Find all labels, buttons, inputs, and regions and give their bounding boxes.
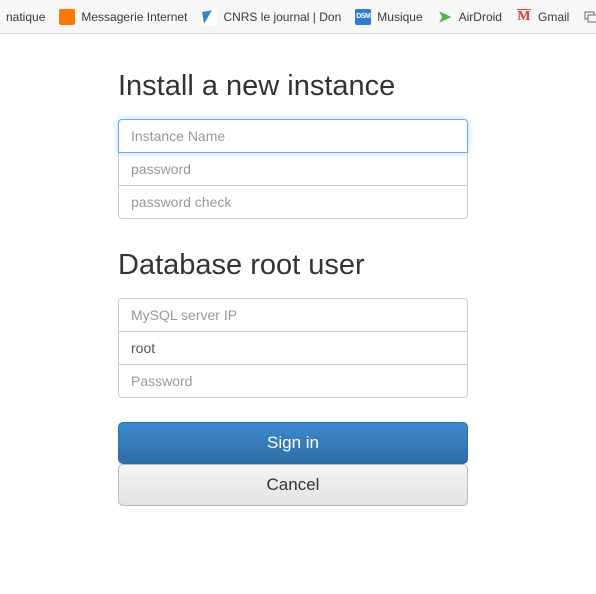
sign-in-button[interactable]: Sign in: [118, 422, 468, 464]
cancel-button[interactable]: Cancel: [118, 464, 468, 506]
bookmark-item[interactable]: natique: [6, 10, 45, 24]
password-input[interactable]: [118, 152, 468, 186]
bookmark-overflow[interactable]: [583, 9, 596, 25]
airdroid-icon: ➤: [437, 9, 453, 25]
dsm-icon: DSM: [355, 9, 371, 25]
overflow-icon: [583, 9, 596, 25]
mysql-ip-input[interactable]: [118, 298, 468, 332]
gmail-icon: M: [516, 9, 532, 25]
bookmark-item[interactable]: DSM Musique: [355, 9, 422, 25]
bookmarks-bar: natique Messagerie Internet CNRS le jour…: [0, 0, 596, 34]
root-password-input[interactable]: [118, 364, 468, 398]
bookmark-item[interactable]: M Gmail: [516, 9, 569, 25]
bookmark-label: Gmail: [538, 10, 569, 24]
instance-form-group: [118, 119, 478, 219]
database-root-title: Database root user: [118, 249, 478, 282]
instance-name-input[interactable]: [118, 119, 468, 153]
cnrs-icon: [201, 9, 217, 25]
orange-icon: [59, 9, 75, 25]
bookmark-label: Messagerie Internet: [81, 10, 187, 24]
bookmark-item[interactable]: CNRS le journal | Don: [201, 9, 341, 25]
bookmark-label: CNRS le journal | Don: [223, 10, 341, 24]
bookmark-label: Musique: [377, 10, 422, 24]
install-instance-title: Install a new instance: [118, 70, 478, 103]
database-form-group: [118, 298, 478, 398]
page-content: Install a new instance Database root use…: [0, 34, 596, 506]
bookmark-label: AirDroid: [459, 10, 502, 24]
password-check-input[interactable]: [118, 185, 468, 219]
bookmark-item[interactable]: Messagerie Internet: [59, 9, 187, 25]
bookmark-item[interactable]: ➤ AirDroid: [437, 9, 502, 25]
root-user-input[interactable]: [118, 331, 468, 365]
bookmark-label: natique: [6, 10, 45, 24]
